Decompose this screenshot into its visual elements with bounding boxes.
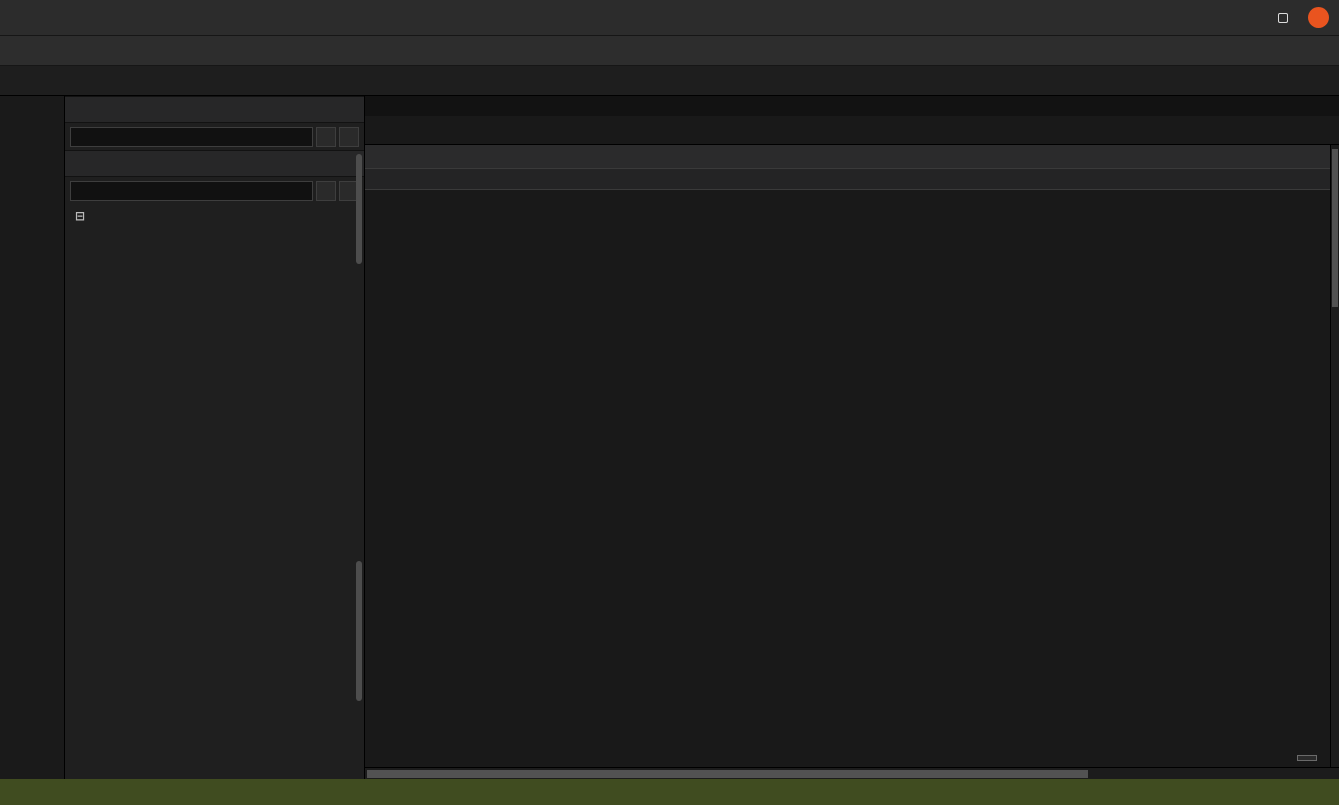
sidebar-scrollbar[interactable] — [356, 154, 362, 264]
tables-section-header — [65, 150, 364, 177]
vertical-scrollbar[interactable] — [1330, 145, 1339, 767]
selection-stats-tooltip — [1297, 755, 1317, 761]
toolbar — [0, 66, 1339, 96]
activity-bar — [0, 96, 65, 779]
connections-section-header — [65, 96, 364, 123]
maximize-icon — [1278, 13, 1288, 23]
connections-search-row — [65, 123, 364, 150]
horizontal-scrollbar-thumb[interactable] — [367, 770, 1088, 778]
grid-header-row — [365, 145, 1339, 169]
open-tabs-bar — [365, 116, 1339, 145]
tables-search-input[interactable] — [70, 181, 313, 201]
collapse-icon[interactable]: ⊟ — [73, 209, 87, 223]
tables-group-row[interactable]: ⊟ — [65, 204, 364, 228]
grid-filter-row — [365, 169, 1339, 190]
vertical-scrollbar-thumb[interactable] — [1332, 149, 1338, 307]
statusbar — [0, 779, 1339, 805]
add-connection-button[interactable] — [316, 127, 336, 147]
tables-list — [65, 228, 364, 779]
dbgate-window: ⊟ — [0, 0, 1339, 805]
sidebar: ⊟ — [65, 96, 365, 779]
content-area — [365, 96, 1339, 779]
maximize-button[interactable] — [1272, 7, 1294, 29]
main-area: ⊟ — [0, 96, 1339, 779]
window-controls — [1236, 7, 1339, 29]
database-group-tabs — [365, 96, 1339, 116]
menubar — [0, 36, 1339, 66]
grid-body — [365, 190, 1339, 767]
connections-search-input[interactable] — [70, 127, 313, 147]
minimize-button[interactable] — [1236, 7, 1258, 29]
horizontal-scrollbar[interactable] — [365, 767, 1339, 779]
add-table-button[interactable] — [316, 181, 336, 201]
refresh-connections-button[interactable] — [339, 127, 359, 147]
data-grid — [365, 145, 1339, 779]
titlebar — [0, 0, 1339, 36]
tables-search-row — [65, 177, 364, 204]
close-button[interactable] — [1308, 7, 1329, 28]
tables-scrollbar[interactable] — [356, 561, 362, 701]
